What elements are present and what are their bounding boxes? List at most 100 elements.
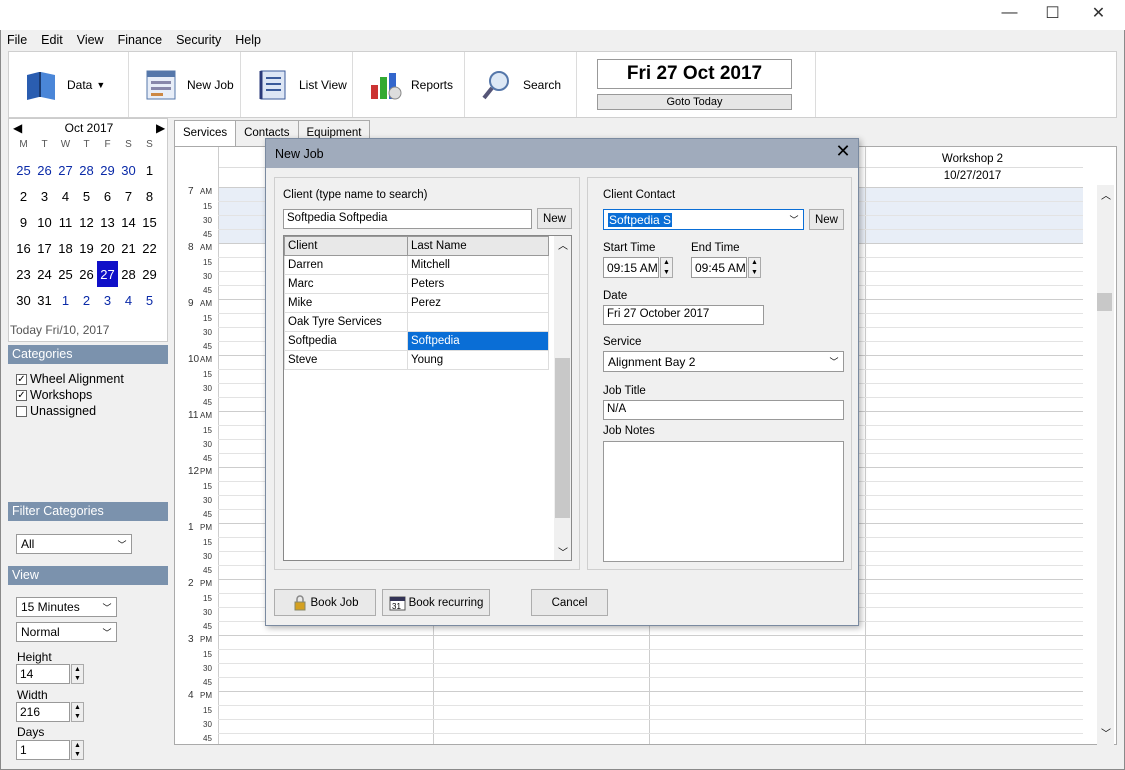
job-title-input[interactable]: N/A bbox=[603, 400, 844, 420]
column-header-client[interactable]: Client bbox=[284, 236, 408, 256]
client-first-cell[interactable]: Softpedia bbox=[284, 331, 408, 351]
data-button[interactable]: Data ▼ bbox=[9, 52, 129, 117]
table-row[interactable]: Steve Young bbox=[284, 350, 549, 370]
client-first-cell[interactable]: Marc bbox=[284, 274, 408, 294]
dialog-close-icon[interactable]: ✕ bbox=[832, 141, 854, 163]
scroll-down-icon[interactable]: ﹀ bbox=[1101, 725, 1111, 740]
category-checkbox[interactable]: Unassigned bbox=[16, 404, 96, 418]
calendar-day[interactable]: 18 bbox=[55, 235, 76, 261]
menu-item-file[interactable]: File bbox=[0, 31, 34, 51]
date-input[interactable]: Fri 27 October 2017 bbox=[603, 305, 764, 325]
calendar-day[interactable]: 25 bbox=[13, 157, 34, 183]
calendar-day[interactable]: 3 bbox=[34, 183, 55, 209]
width-input[interactable]: 216 bbox=[16, 702, 70, 722]
calendar-day[interactable]: 16 bbox=[13, 235, 34, 261]
calendar-day[interactable]: 2 bbox=[76, 287, 97, 313]
calendar-day[interactable]: 12 bbox=[76, 209, 97, 235]
tab-services[interactable]: Services bbox=[174, 120, 237, 147]
client-last-cell[interactable] bbox=[407, 312, 549, 332]
maximize-button[interactable]: ☐ bbox=[1030, 0, 1075, 26]
calendar-day[interactable]: 19 bbox=[76, 235, 97, 261]
height-input[interactable]: 14 bbox=[16, 664, 70, 684]
calendar-day[interactable]: 23 bbox=[13, 261, 34, 287]
minimize-button[interactable]: — bbox=[987, 0, 1032, 26]
scroll-thumb[interactable] bbox=[1097, 293, 1112, 311]
end-time-input[interactable]: 09:45 AM bbox=[691, 257, 747, 278]
next-month-icon[interactable]: ▶ bbox=[156, 121, 165, 135]
client-first-cell[interactable]: Oak Tyre Services bbox=[284, 312, 408, 332]
menu-item-finance[interactable]: Finance bbox=[111, 31, 169, 51]
calendar-day[interactable]: 3 bbox=[97, 287, 118, 313]
menu-item-help[interactable]: Help bbox=[228, 31, 268, 51]
schedule-scrollbar[interactable]: ︿ ﹀ bbox=[1097, 185, 1114, 745]
column-header-last-name[interactable]: Last Name bbox=[407, 236, 549, 256]
table-row[interactable]: Mike Perez bbox=[284, 293, 549, 313]
client-last-cell[interactable]: Young bbox=[407, 350, 549, 370]
calendar-day[interactable]: 6 bbox=[97, 183, 118, 209]
calendar-day[interactable]: 5 bbox=[76, 183, 97, 209]
today-label[interactable]: Today Fri/10, 2017 bbox=[10, 323, 109, 337]
table-row[interactable]: Softpedia Softpedia bbox=[284, 331, 549, 351]
calendar-day[interactable]: 11 bbox=[55, 209, 76, 235]
calendar-day[interactable]: 20 bbox=[97, 235, 118, 261]
client-contact-select[interactable]: Softpedia S ﹀ bbox=[603, 209, 804, 230]
start-time-spinner[interactable]: ▲ ▼ bbox=[660, 257, 673, 278]
days-input[interactable]: 1 bbox=[16, 740, 70, 760]
service-select[interactable]: Alignment Bay 2 ﹀ bbox=[603, 351, 844, 372]
client-last-cell[interactable]: Peters bbox=[407, 274, 549, 294]
new-job-button[interactable]: New Job bbox=[129, 52, 241, 117]
list-view-button[interactable]: List View bbox=[241, 52, 353, 117]
calendar-day[interactable]: 4 bbox=[55, 183, 76, 209]
book-job-button[interactable]: Book Job bbox=[274, 589, 376, 616]
calendar-day[interactable]: 4 bbox=[118, 287, 139, 313]
goto-today-button[interactable]: Goto Today bbox=[597, 94, 792, 110]
close-button[interactable]: ✕ bbox=[1076, 0, 1121, 26]
client-first-cell[interactable]: Darren bbox=[284, 255, 408, 275]
client-last-cell[interactable]: Perez bbox=[407, 293, 549, 313]
calendar-day[interactable]: 9 bbox=[13, 209, 34, 235]
calendar-day[interactable]: 14 bbox=[118, 209, 139, 235]
calendar-day[interactable]: 28 bbox=[76, 157, 97, 183]
calendar-day[interactable]: 31 bbox=[34, 287, 55, 313]
scroll-up-icon[interactable]: ︿ bbox=[1101, 187, 1111, 202]
new-contact-button[interactable]: New bbox=[809, 209, 844, 230]
menu-item-view[interactable]: View bbox=[70, 31, 111, 51]
width-spinner[interactable]: ▲ ▼ bbox=[71, 702, 84, 722]
calendar-day[interactable]: 5 bbox=[139, 287, 160, 313]
days-spinner[interactable]: ▲ ▼ bbox=[71, 740, 84, 760]
interval-select[interactable]: 15 Minutes ﹀ bbox=[16, 597, 117, 617]
calendar-day[interactable]: 22 bbox=[139, 235, 160, 261]
table-row[interactable]: Oak Tyre Services bbox=[284, 312, 549, 332]
client-first-cell[interactable]: Mike bbox=[284, 293, 408, 313]
calendar-day[interactable]: 13 bbox=[97, 209, 118, 235]
calendar-day[interactable]: 30 bbox=[118, 157, 139, 183]
calendar-day[interactable]: 26 bbox=[76, 261, 97, 287]
cancel-button[interactable]: Cancel bbox=[531, 589, 608, 616]
client-table-scrollbar[interactable]: ︿ ﹀ bbox=[554, 236, 571, 560]
calendar-day[interactable]: 21 bbox=[118, 235, 139, 261]
calendar-day[interactable]: 15 bbox=[139, 209, 160, 235]
scroll-up-icon[interactable]: ︿ bbox=[558, 237, 568, 252]
calendar-day[interactable]: 8 bbox=[139, 183, 160, 209]
calendar-day[interactable]: 27 bbox=[97, 261, 118, 287]
category-checkbox[interactable]: ✓ Wheel Alignment bbox=[16, 372, 124, 386]
category-checkbox[interactable]: ✓ Workshops bbox=[16, 388, 92, 402]
mode-select[interactable]: Normal ﹀ bbox=[16, 622, 117, 642]
calendar-day[interactable]: 17 bbox=[34, 235, 55, 261]
calendar-day[interactable]: 30 bbox=[13, 287, 34, 313]
menu-item-edit[interactable]: Edit bbox=[34, 31, 70, 51]
client-search-input[interactable]: Softpedia Softpedia bbox=[283, 209, 532, 229]
calendar-day[interactable]: 10 bbox=[34, 209, 55, 235]
new-client-button[interactable]: New bbox=[537, 208, 572, 229]
job-notes-textarea[interactable] bbox=[603, 441, 844, 562]
book-recurring-button[interactable]: 31 Book recurring bbox=[382, 589, 490, 616]
end-time-spinner[interactable]: ▲ ▼ bbox=[748, 257, 761, 278]
start-time-input[interactable]: 09:15 AM bbox=[603, 257, 659, 278]
calendar-day[interactable]: 7 bbox=[118, 183, 139, 209]
calendar-day[interactable]: 2 bbox=[13, 183, 34, 209]
client-last-cell[interactable]: Mitchell bbox=[407, 255, 549, 275]
calendar-day[interactable]: 29 bbox=[139, 261, 160, 287]
scroll-down-icon[interactable]: ﹀ bbox=[558, 544, 568, 559]
calendar-day[interactable]: 26 bbox=[34, 157, 55, 183]
table-row[interactable]: Marc Peters bbox=[284, 274, 549, 294]
